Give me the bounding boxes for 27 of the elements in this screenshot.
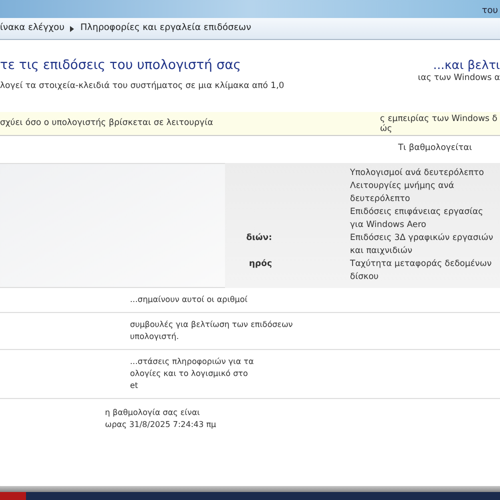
row-description: Λειτουργίες μνήμης ανά δευτερόλεπτο	[350, 180, 456, 206]
notice-text: σχύει όσο ο υπολογιστής βρίσκεται σε λειτουργία	[0, 117, 214, 130]
date-text: ωρας 31/8/2025 7:24:43 πμ	[105, 419, 218, 431]
breadcrumb-item[interactable]: Πληροφορίες και εργαλεία επιδόσεων	[80, 22, 252, 36]
page-heading: τε τις επιδόσεις του υπολογιστή σας	[0, 57, 241, 75]
row-label: διών:	[245, 232, 273, 246]
score-text: η βαθμολογία σας είναι	[105, 407, 201, 419]
side-intro-text: ιας των Windows α	[418, 72, 500, 84]
section-text: ...στάσεις πληροφοριών για τα	[130, 356, 255, 368]
row-label: ηρός	[248, 258, 273, 271]
row-description: Επιδόσεις 3Δ γραφικών εργασιών και παιχνιδιών	[350, 232, 494, 258]
side-notice-text: ς εμπειρίας των Windows δ ώς	[380, 114, 498, 134]
section-text: ...σημαίνουν αυτοί οι αριθμοί	[130, 294, 248, 306]
section-text: ολογίες και το λογισμικό στο	[130, 368, 249, 380]
row-description: Ταχύτητα μεταφοράς δεδομένων δίσκου	[350, 258, 493, 284]
intro-text: λογεί τα στοιχεία-κλειδιά του συστήματος σε μια κλίμακα από 1,0	[0, 80, 284, 92]
section-text: συμβουλές για βελτίωση των επιδόσεων	[130, 319, 294, 331]
column-header: Τι βαθμολογείται	[398, 142, 472, 155]
breadcrumb-item[interactable]: ίνακα ελέγχου	[0, 22, 64, 36]
row-description: Υπολογισμοί ανά δευτερόλεπτο	[350, 167, 485, 180]
chevron-icon	[70, 26, 74, 32]
window-title: του	[482, 4, 498, 18]
start-icon[interactable]	[0, 492, 26, 500]
side-heading: ...και βελτι	[433, 57, 500, 74]
row-description: Επιδόσεις επιφάνειας εργασίας για Windows Aero	[350, 206, 484, 232]
section-text: υπολογιστή.	[130, 331, 180, 343]
section-text: et	[130, 380, 140, 392]
